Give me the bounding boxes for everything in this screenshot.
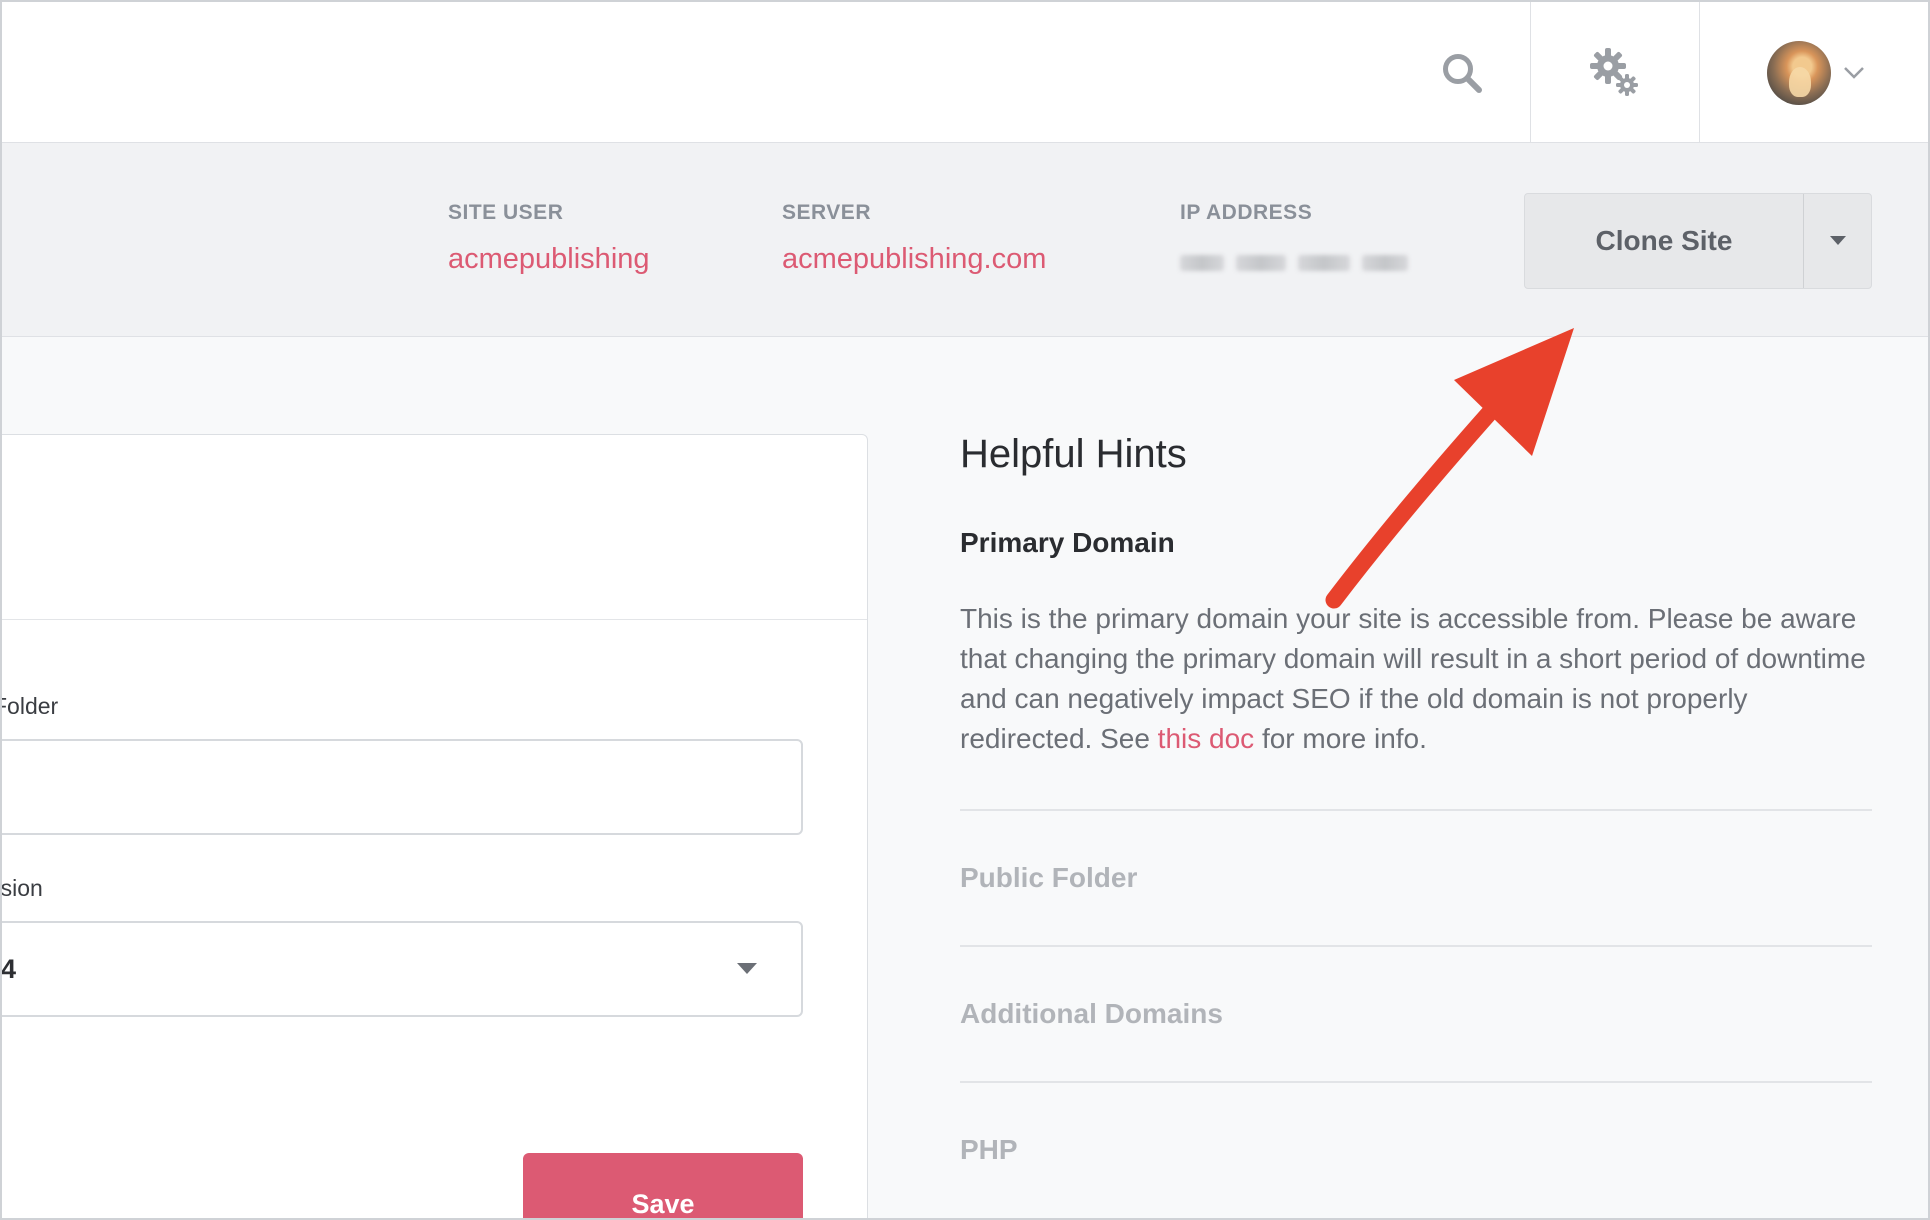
search-icon — [1443, 53, 1482, 93]
hint-item-php[interactable]: PHP — [960, 1081, 1872, 1217]
site-user-link[interactable]: acmepublishing — [448, 243, 650, 276]
clone-site-button[interactable]: Clone Site — [1525, 194, 1803, 288]
server-block: SERVER acmepublishing.com — [782, 201, 1046, 276]
card-divider — [2, 619, 867, 620]
annotation-arrow-icon — [1325, 328, 1574, 609]
clone-site-split-button: Clone Site — [1524, 193, 1872, 289]
ip-address-redacted — [1180, 247, 1408, 279]
hint-body-text-end: for more info. — [1254, 723, 1427, 754]
ip-address-label: IP ADDRESS — [1180, 201, 1313, 224]
user-menu[interactable] — [1700, 2, 1928, 143]
php-version-select[interactable]: 4 — [1, 921, 803, 1017]
top-navigation — [2, 2, 1928, 143]
hint-item-public-folder[interactable]: Public Folder — [960, 809, 1872, 945]
settings-button[interactable] — [1530, 2, 1700, 143]
php-version-value: 4 — [1, 953, 17, 984]
site-user-label: SITE USER — [448, 201, 564, 224]
domain-settings-card: Folder rsion 4 Save — [0, 434, 868, 1218]
php-version-label: rsion — [0, 875, 43, 901]
chevron-down-icon — [1844, 66, 1864, 79]
hint-list: Public Folder Additional Domains PHP — [960, 809, 1872, 1217]
site-user-block: SITE USER acmepublishing — [448, 201, 650, 276]
caret-down-icon — [737, 963, 757, 974]
public-folder-input[interactable] — [2, 739, 803, 835]
app-window: SITE USER acmepublishing SERVER acmepubl… — [0, 0, 1930, 1220]
hint-item-additional-domains[interactable]: Additional Domains — [960, 945, 1872, 1081]
search-button[interactable] — [1394, 2, 1530, 143]
caret-down-icon — [1829, 236, 1846, 245]
this-doc-link[interactable]: this doc — [1158, 723, 1255, 754]
save-button[interactable]: Save — [523, 1153, 803, 1218]
server-link[interactable]: acmepublishing.com — [782, 243, 1046, 276]
ip-address-block: IP ADDRESS — [1180, 201, 1408, 279]
hint-primary-domain-body: This is the primary domain your site is … — [960, 599, 1872, 759]
site-info-bar: SITE USER acmepublishing SERVER acmepubl… — [2, 143, 1928, 337]
public-folder-label: Folder — [2, 693, 59, 719]
server-label: SERVER — [782, 201, 871, 224]
clone-options-toggle[interactable] — [1803, 194, 1871, 288]
gears-icon — [1590, 47, 1638, 96]
avatar — [1767, 40, 1831, 105]
